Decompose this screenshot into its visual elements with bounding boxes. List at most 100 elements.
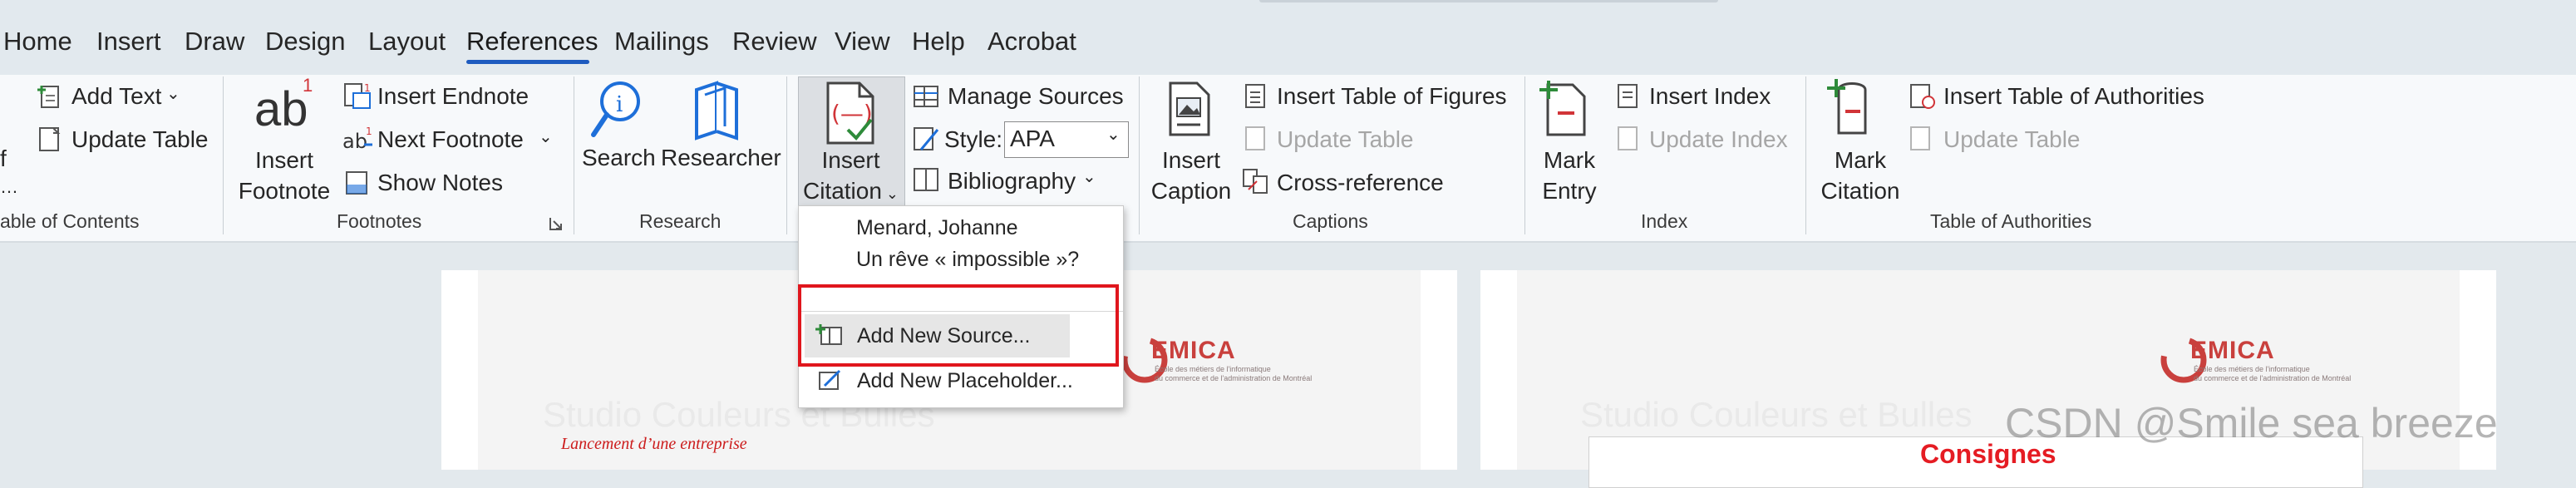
update-table-figures-button[interactable]: Update Table bbox=[1277, 126, 1414, 153]
source-author: Menard, Johanne bbox=[856, 216, 1018, 239]
insert-table-of-authorities-icon bbox=[1910, 84, 1935, 109]
highlight-box bbox=[798, 284, 1119, 367]
update-index-icon bbox=[1618, 126, 1638, 150]
show-notes-icon bbox=[346, 171, 367, 195]
insert-footnote-icon: ab bbox=[254, 82, 308, 136]
group-separator bbox=[1524, 76, 1525, 234]
tab-acrobat[interactable]: Acrobat bbox=[988, 27, 1076, 57]
bibliography-chevron-icon[interactable]: ⌄ bbox=[1082, 166, 1096, 187]
tab-help[interactable]: Help bbox=[912, 27, 965, 57]
add-new-placeholder-menu-item[interactable]: Add New Placeholder... bbox=[857, 369, 1073, 393]
table-of-authorities-group-label: Table of Authorities bbox=[1930, 210, 2092, 232]
emica-logo-subtitle-1: École des métiers de l'informatique bbox=[2194, 365, 2310, 373]
mark-citation-icon bbox=[1827, 79, 1867, 135]
mark-entry-label-1: Mark bbox=[1543, 147, 1596, 173]
left-page-subtitle: Lancement d’une entreprise bbox=[561, 435, 747, 453]
insert-table-of-authorities-button[interactable]: Insert Table of Authorities bbox=[1943, 83, 2204, 110]
tab-view[interactable]: View bbox=[835, 27, 890, 57]
update-table-icon bbox=[39, 127, 61, 151]
update-index-button[interactable]: Update Index bbox=[1649, 126, 1788, 153]
insert-index-button[interactable]: Insert Index bbox=[1649, 83, 1771, 110]
tab-home[interactable]: Home bbox=[3, 27, 72, 57]
mark-citation-label-1: Mark bbox=[1834, 147, 1887, 173]
group-separator bbox=[786, 76, 787, 234]
style-select-value: APA bbox=[1010, 126, 1055, 151]
watermark-text: CSDN @Smile sea breeze bbox=[2005, 400, 2498, 446]
toc-fragment-top[interactable]: f bbox=[0, 145, 7, 172]
source-title: Un rêve « impossible »? bbox=[856, 248, 1080, 271]
toc-fragment-mid[interactable]: … bbox=[0, 176, 18, 198]
group-separator bbox=[1139, 76, 1140, 234]
style-label: Style: bbox=[944, 126, 1003, 152]
insert-citation-label-1: Insert bbox=[821, 147, 880, 173]
insert-caption-label-1: Insert bbox=[1161, 147, 1221, 173]
active-tab-indicator bbox=[466, 60, 589, 64]
insert-caption-label-2: Caption bbox=[1150, 178, 1232, 204]
group-separator bbox=[223, 76, 224, 234]
insert-footnote-label-2: Footnote bbox=[238, 178, 331, 204]
style-icon bbox=[914, 127, 939, 150]
update-table-authorities-button[interactable]: Update Table bbox=[1943, 126, 2081, 153]
add-text-button[interactable]: Add Text bbox=[71, 83, 161, 110]
next-footnote-icon: ab 1 bbox=[342, 126, 372, 153]
mark-entry-label-2: Entry bbox=[1542, 178, 1597, 204]
update-table-button[interactable]: Update Table bbox=[71, 126, 209, 153]
tab-insert[interactable]: Insert bbox=[96, 27, 161, 57]
mark-citation-label-2: Citation bbox=[1820, 178, 1900, 204]
svg-text:1: 1 bbox=[366, 126, 372, 137]
style-select-chevron-icon: ⌄ bbox=[1106, 126, 1121, 144]
researcher-icon bbox=[695, 81, 738, 140]
footnotes-group-label: Footnotes bbox=[337, 210, 422, 232]
add-new-placeholder-icon bbox=[819, 369, 841, 390]
tab-layout[interactable]: Layout bbox=[368, 27, 446, 57]
manage-sources-icon bbox=[914, 86, 938, 107]
search-button[interactable]: Search bbox=[582, 145, 656, 171]
svg-text:ab: ab bbox=[342, 130, 367, 153]
menu-item-existing-source[interactable]: Menard, Johanne Un rêve « impossible »? bbox=[799, 206, 1123, 279]
emica-logo-subtitle: École des métiers de l'informatique du c… bbox=[2194, 365, 2351, 383]
insert-caption-button[interactable]: Insert Caption bbox=[1145, 145, 1237, 206]
toc-group-label: able of Contents bbox=[0, 210, 140, 232]
style-select[interactable]: APA ⌄ bbox=[1004, 121, 1129, 158]
tab-references[interactable]: References bbox=[466, 27, 598, 57]
emica-logo-text: EMICA bbox=[2190, 337, 2275, 364]
insert-table-of-figures-button[interactable]: Insert Table of Figures bbox=[1277, 83, 1507, 110]
index-group-label: Index bbox=[1641, 210, 1688, 232]
mark-entry-button[interactable]: Mark Entry bbox=[1534, 145, 1605, 206]
tab-draw[interactable]: Draw bbox=[185, 27, 244, 57]
insert-footnote-label-1: Insert bbox=[254, 147, 314, 173]
next-footnote-chevron-icon[interactable]: ⌄ bbox=[539, 126, 553, 147]
emica-logo-subtitle-1: École des métiers de l'informatique bbox=[1155, 365, 1271, 373]
search-icon: i bbox=[591, 81, 640, 137]
emica-logo-text: EMICA bbox=[1151, 337, 1236, 364]
tab-review[interactable]: Review bbox=[732, 27, 817, 57]
svg-text:1: 1 bbox=[364, 82, 371, 94]
insert-endnote-button[interactable]: Insert Endnote bbox=[377, 83, 529, 110]
insert-caption-icon bbox=[1169, 81, 1210, 136]
insert-index-icon bbox=[1618, 84, 1638, 108]
group-separator bbox=[1805, 76, 1806, 234]
bibliography-button[interactable]: Bibliography bbox=[948, 168, 1076, 195]
footnote-superscript-icon: 1 bbox=[303, 75, 313, 96]
emica-logo-subtitle: École des métiers de l'informatique du c… bbox=[1155, 365, 1312, 383]
cross-reference-icon bbox=[1243, 169, 1268, 194]
footnotes-dialog-launcher-icon[interactable] bbox=[549, 216, 564, 231]
bibliography-icon bbox=[914, 168, 938, 191]
tab-design[interactable]: Design bbox=[265, 27, 346, 57]
add-text-chevron-icon[interactable]: ⌄ bbox=[166, 83, 180, 104]
search-box-edge[interactable] bbox=[1259, 0, 1718, 2]
insert-citation-label-2: Citation bbox=[802, 178, 882, 204]
manage-sources-button[interactable]: Manage Sources bbox=[948, 83, 1124, 110]
mark-citation-button[interactable]: Mark Citation bbox=[1820, 145, 1900, 206]
insert-footnote-button[interactable]: Insert Footnote bbox=[233, 145, 336, 206]
insert-table-of-figures-icon bbox=[1245, 84, 1265, 108]
emica-logo-subtitle-2: du commerce et de l'administration de Mo… bbox=[2194, 374, 2352, 382]
researcher-button[interactable]: Researcher bbox=[661, 145, 781, 171]
update-table-authorities-icon bbox=[1910, 126, 1930, 150]
cross-reference-button[interactable]: Cross-reference bbox=[1277, 170, 1444, 196]
insert-endnote-icon: 1 bbox=[344, 82, 371, 109]
right-page-ghost-title: Studio Couleurs et Bulles bbox=[1580, 395, 1973, 434]
tab-mailings[interactable]: Mailings bbox=[614, 27, 709, 57]
next-footnote-button[interactable]: Next Footnote bbox=[377, 126, 524, 153]
show-notes-button[interactable]: Show Notes bbox=[377, 170, 503, 196]
